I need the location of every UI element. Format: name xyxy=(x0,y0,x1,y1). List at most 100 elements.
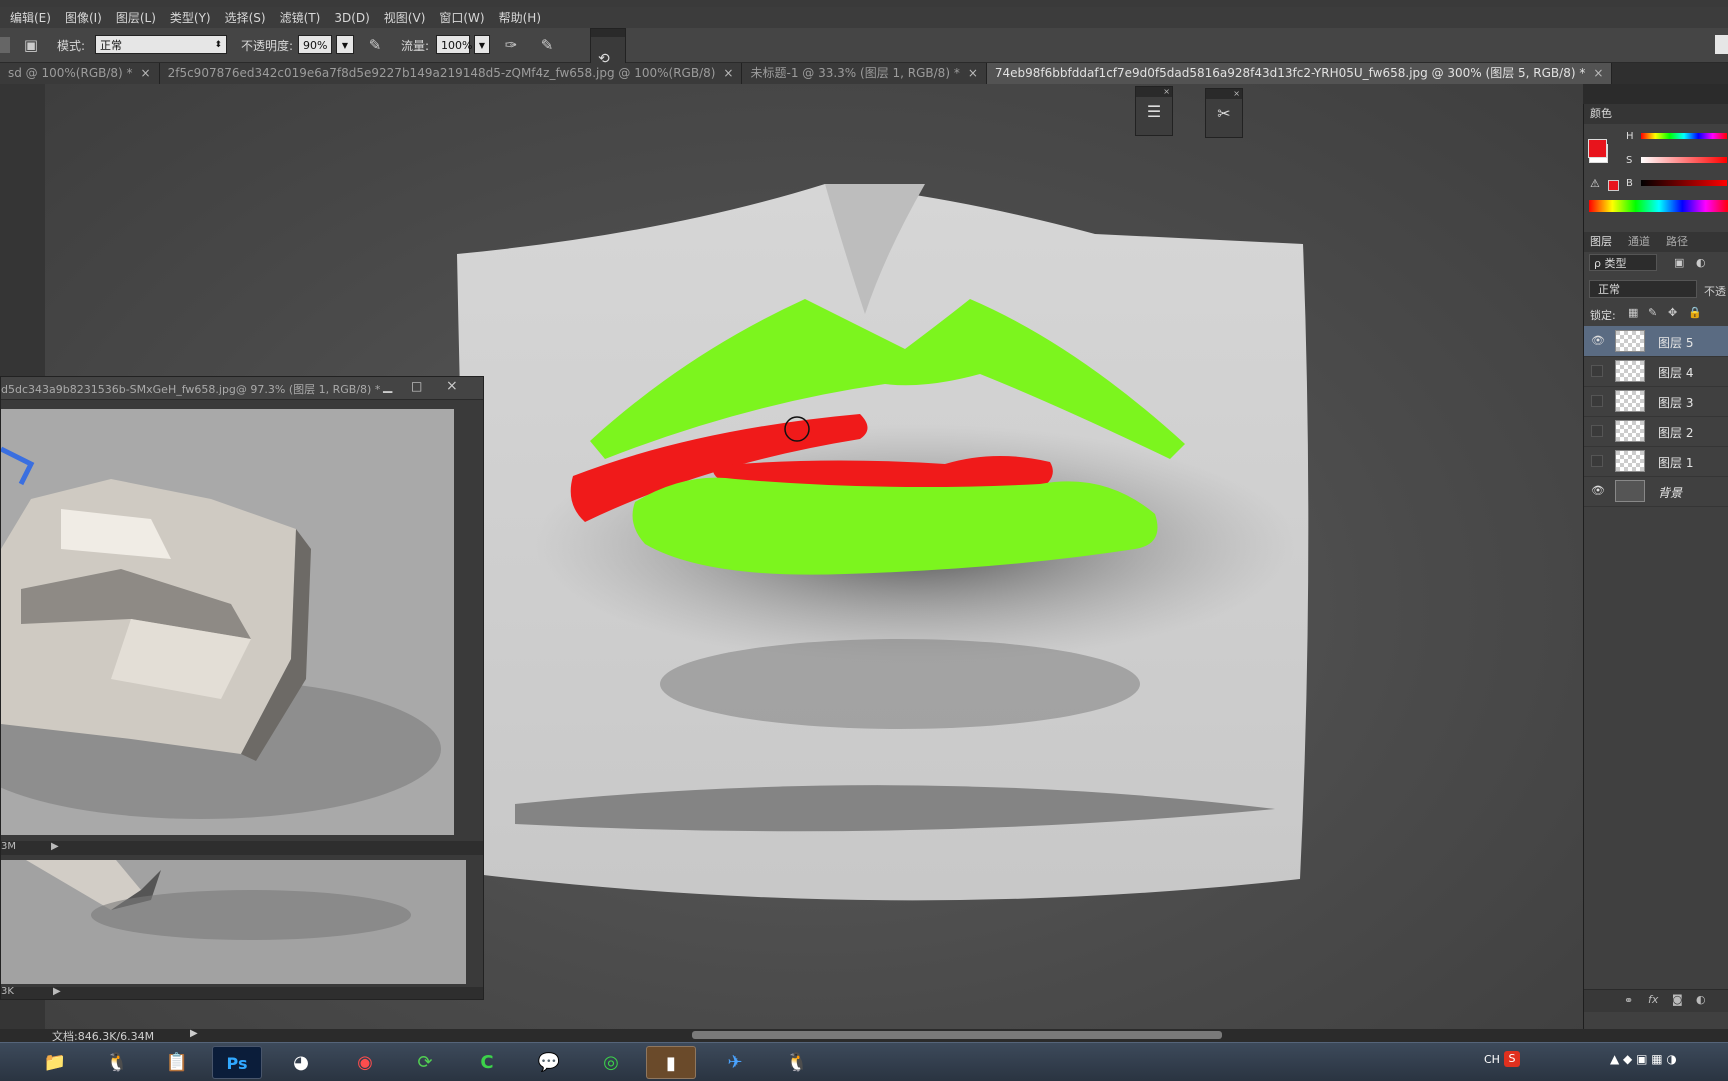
lock-brush-icon[interactable]: ✎ xyxy=(1648,306,1657,319)
menu-layer[interactable]: 图层(L) xyxy=(116,9,156,26)
tab-paths[interactable]: 路径 xyxy=(1666,232,1688,252)
tray-icons[interactable]: ▲ ◆ ▣ ▦ ◑ xyxy=(1610,1052,1677,1066)
arrow-right-icon[interactable]: ▶ xyxy=(53,986,61,997)
arrow-right-icon[interactable]: ▶ xyxy=(51,841,59,852)
brush-panel-icon[interactable]: ▣ xyxy=(20,34,42,56)
lock-all-icon[interactable]: 🔒 xyxy=(1688,306,1702,319)
arrow-right-icon[interactable]: ▶ xyxy=(190,1028,198,1039)
sliders-icon[interactable]: ☰ xyxy=(1136,97,1172,127)
right-panels: 颜色 H S B ⚠ 图层 通道 路径 ρ 类型 ▣ ◐ 正常 不透 锁定: ▦… xyxy=(1583,104,1728,1029)
wechat-icon[interactable]: 💬 xyxy=(524,1046,574,1079)
layer-row[interactable]: 👁 背景 xyxy=(1584,476,1728,507)
tab-doc-3[interactable]: 未标题-1 @ 33.3% (图层 1, RGB/8) * × xyxy=(742,63,987,84)
notepad-icon[interactable]: 📋 xyxy=(152,1046,202,1079)
menu-type[interactable]: 类型(Y) xyxy=(170,9,211,26)
close-icon[interactable]: × xyxy=(1206,89,1242,99)
tool-preset-picker[interactable] xyxy=(0,37,10,53)
tab-layers[interactable]: 图层 xyxy=(1590,232,1612,252)
input-language[interactable]: CH xyxy=(1484,1053,1500,1066)
mode-select[interactable]: 正常 ⬍ xyxy=(95,35,227,54)
wrench-icon[interactable]: ✂ xyxy=(1206,99,1242,129)
browser-icon[interactable]: ◕ xyxy=(276,1046,326,1079)
visibility-toggle[interactable] xyxy=(1591,455,1603,467)
layer-row[interactable]: 图层 2 xyxy=(1584,416,1728,447)
flow-dropdown-button[interactable]: ▼ xyxy=(474,35,490,54)
blend-mode-select[interactable]: 正常 xyxy=(1589,280,1697,298)
menu-edit[interactable]: 编辑(E) xyxy=(10,9,51,26)
qq-icon[interactable]: 🐧 xyxy=(92,1046,142,1079)
iqiyi-icon[interactable]: ◎ xyxy=(586,1046,636,1079)
file-explorer-icon[interactable]: 📁 xyxy=(30,1046,80,1079)
pressure-size-icon[interactable]: ✎ xyxy=(536,34,558,56)
layer-row[interactable]: 图层 1 xyxy=(1584,446,1728,477)
lock-move-icon[interactable]: ✥ xyxy=(1668,306,1677,319)
floating-window-titlebar[interactable]: d5dc343a9b8231536b-SMxGeH_fw658.jpg@ 97.… xyxy=(1,377,483,400)
tab-doc-1[interactable]: sd @ 100%(RGB/8) * × xyxy=(0,63,160,84)
floating-doc-image[interactable] xyxy=(1,409,454,835)
camtasia-icon[interactable]: C xyxy=(462,1046,512,1079)
hue-slider[interactable] xyxy=(1641,133,1727,139)
music-icon[interactable]: ◉ xyxy=(340,1046,390,1079)
mask-icon[interactable]: ◙ xyxy=(1672,993,1683,1006)
tab-doc-2[interactable]: 2f5c907876ed342c019e6a7f8d5e9227b149a219… xyxy=(159,63,743,84)
sogou-ime-icon[interactable]: S xyxy=(1504,1051,1520,1067)
foreground-swatch[interactable] xyxy=(1588,139,1607,158)
color-panel-header[interactable]: 颜色 xyxy=(1584,104,1728,124)
link-icon[interactable]: ⚭ xyxy=(1624,994,1633,1007)
layer-row[interactable]: 图层 3 xyxy=(1584,386,1728,417)
menu-3d[interactable]: 3D(D) xyxy=(334,11,369,25)
fx-icon[interactable]: fx xyxy=(1648,993,1658,1006)
photoshop-icon[interactable]: Ps xyxy=(212,1046,262,1079)
eye-icon[interactable]: 👁 xyxy=(1591,485,1605,497)
floating-doc-second-view[interactable] xyxy=(1,860,466,984)
menu-select[interactable]: 选择(S) xyxy=(225,9,266,26)
lower-cheek-shadow xyxy=(660,639,1140,729)
tab-doc-4[interactable]: 74eb98f6bbfddaf1cf7e9d0f5dad5816a928f43d… xyxy=(986,63,1613,84)
gamut-swatch[interactable] xyxy=(1608,180,1619,191)
maximize-icon[interactable]: □ xyxy=(411,379,422,393)
image-filter-icon[interactable]: ▣ xyxy=(1674,256,1684,269)
close-icon[interactable]: × xyxy=(1136,87,1172,97)
lock-transparent-icon[interactable]: ▦ xyxy=(1628,306,1638,319)
visibility-toggle[interactable] xyxy=(1591,425,1603,437)
close-icon[interactable]: × xyxy=(723,66,733,80)
minimize-icon[interactable]: ▁ xyxy=(383,379,392,393)
menu-image[interactable]: 图像(I) xyxy=(65,9,102,26)
menu-window[interactable]: 窗口(W) xyxy=(439,9,484,26)
menu-filter[interactable]: 滤镜(T) xyxy=(280,9,321,26)
adjustment-layer-icon[interactable]: ◐ xyxy=(1696,993,1706,1006)
qq-secondary-icon[interactable]: 🐧 xyxy=(772,1046,822,1079)
layer-filter-select[interactable]: ρ 类型 xyxy=(1589,254,1657,271)
visibility-toggle[interactable] xyxy=(1591,395,1603,407)
layer-row[interactable]: 图层 4 xyxy=(1584,356,1728,387)
close-icon[interactable]: × xyxy=(446,378,458,394)
adjustment-filter-icon[interactable]: ◐ xyxy=(1696,256,1706,269)
horizontal-scrollbar-thumb[interactable] xyxy=(692,1031,1222,1039)
layer-row[interactable]: 👁 图层 5 xyxy=(1584,326,1728,357)
menu-help[interactable]: 帮助(H) xyxy=(499,9,541,26)
image-viewer-icon[interactable]: ▮ xyxy=(646,1046,696,1079)
refresh-app-icon[interactable]: ⟳ xyxy=(400,1046,450,1079)
close-icon[interactable]: × xyxy=(141,66,151,80)
close-icon[interactable]: × xyxy=(968,66,978,80)
tab-channels[interactable]: 通道 xyxy=(1628,232,1650,252)
pressure-opacity-icon[interactable]: ✎ xyxy=(364,34,386,56)
color-ramp[interactable] xyxy=(1589,200,1728,212)
visibility-toggle[interactable] xyxy=(1591,365,1603,377)
saturation-slider[interactable] xyxy=(1641,157,1727,163)
flow-label: 流量: xyxy=(401,39,430,53)
floating-document-window: d5dc343a9b8231536b-SMxGeH_fw658.jpg@ 97.… xyxy=(0,376,484,1000)
brightness-slider[interactable] xyxy=(1641,180,1727,186)
menu-view[interactable]: 视图(V) xyxy=(384,9,426,26)
warning-icon[interactable]: ⚠ xyxy=(1590,177,1600,190)
mini-panel-header[interactable] xyxy=(591,29,625,37)
messenger-icon[interactable]: ✈ xyxy=(710,1046,760,1079)
workspace-switcher[interactable] xyxy=(1715,35,1728,54)
layer-name: 图层 3 xyxy=(1658,396,1694,410)
flow-input[interactable]: 100% xyxy=(436,35,472,54)
airbrush-icon[interactable]: ✑ xyxy=(500,34,522,56)
opacity-dropdown-button[interactable]: ▼ xyxy=(336,35,354,54)
close-icon[interactable]: × xyxy=(1593,66,1603,80)
eye-icon[interactable]: 👁 xyxy=(1591,335,1605,347)
opacity-input[interactable]: 90% xyxy=(298,35,332,54)
